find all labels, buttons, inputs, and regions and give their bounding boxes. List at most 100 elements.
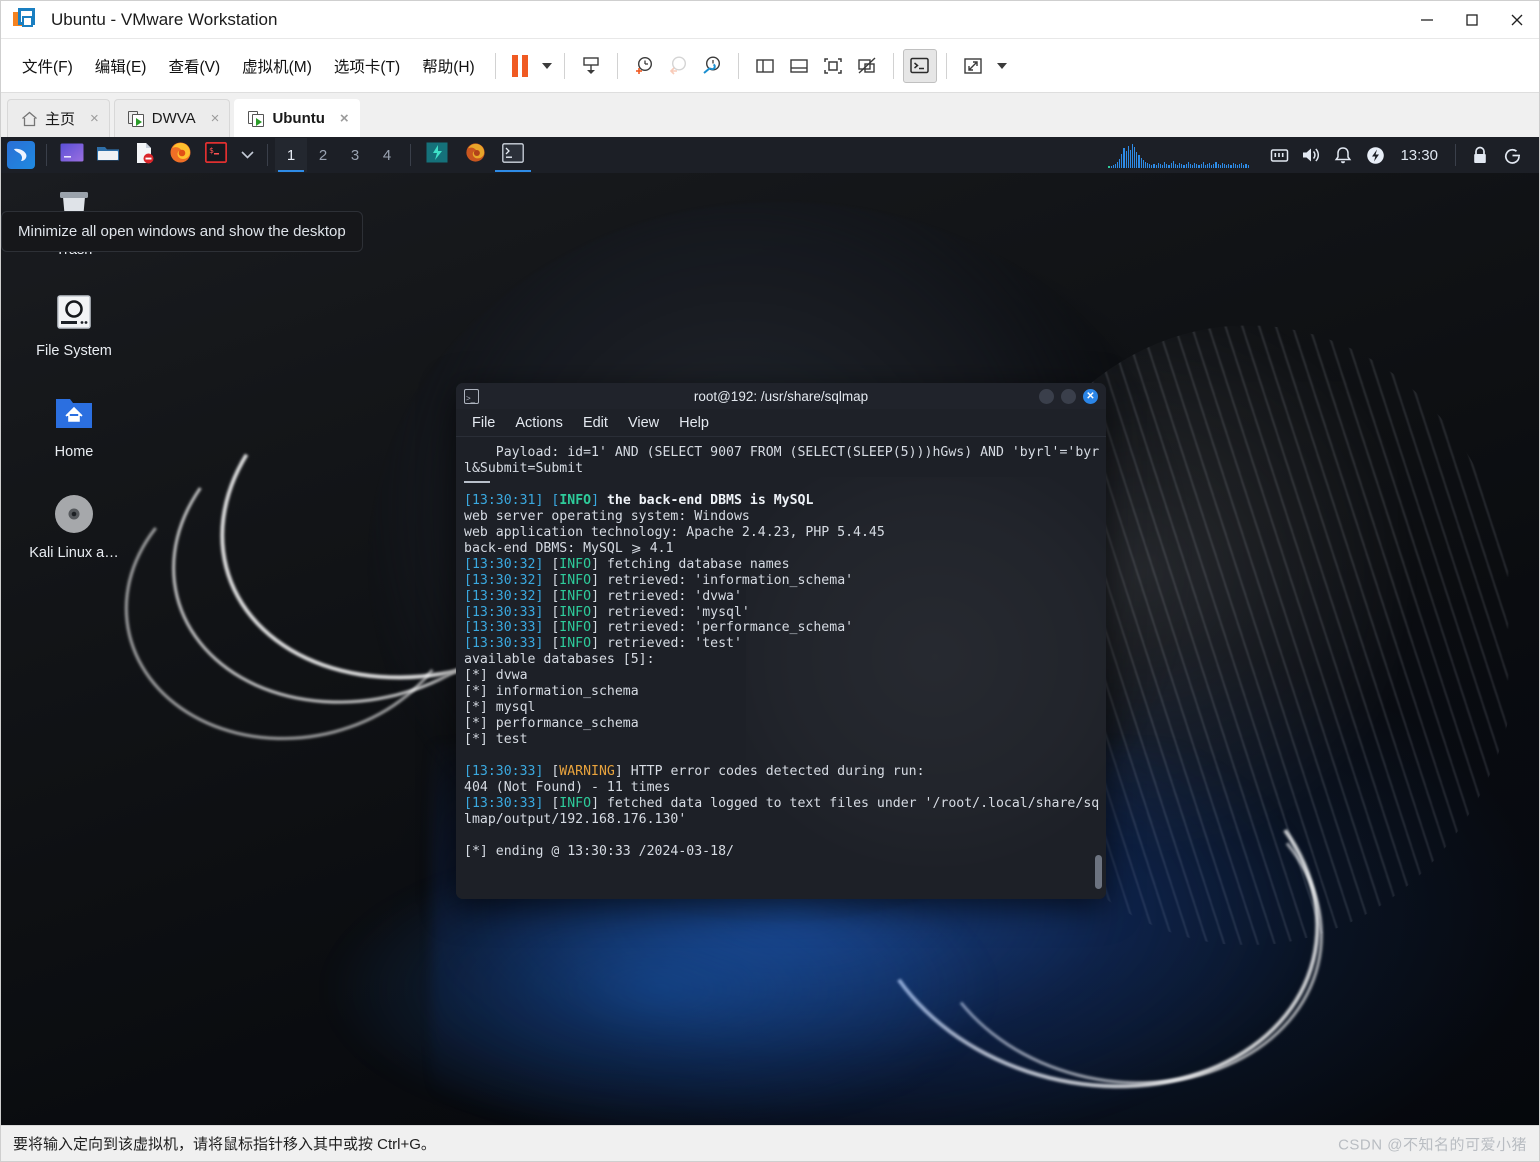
unity-mode-button[interactable] [902, 48, 937, 83]
terminal-line: [*] test [464, 732, 528, 748]
terminal-window[interactable]: >_ root@192: /usr/share/sqlmap ✕ File Ac… [456, 383, 1106, 899]
terminal-output-area[interactable]: Payload: id=1' AND (SELECT 9007 FROM (SE… [456, 437, 1106, 899]
clock-wrench-icon [703, 55, 720, 74]
desktop-icon-kali-media[interactable]: Kali Linux a… [11, 490, 137, 561]
status-message: 要将输入定向到该虚拟机，请将鼠标指针移入其中或按 Ctrl+G。 [13, 1136, 436, 1153]
terminal-close-button[interactable]: ✕ [1083, 388, 1098, 404]
csdn-watermark: CSDN @不知名的可爱小猪 [1338, 1136, 1527, 1153]
system-tray: 13:30 [1108, 140, 1533, 170]
chevron-down-icon [996, 62, 1007, 69]
show-library-button[interactable] [748, 49, 782, 83]
menu-virtual-machine[interactable]: 虚拟机(M) [231, 49, 323, 83]
tab-dwva-label: DWVA [151, 110, 196, 127]
terminal-line: 404 (Not Found) - 11 times [464, 780, 671, 796]
launcher-root-terminal[interactable]: $ [201, 141, 231, 168]
minimize-button[interactable] [1404, 1, 1449, 38]
launcher-terminal-emulator[interactable] [57, 142, 87, 168]
menu-view[interactable]: 查看(V) [157, 49, 231, 83]
terminal-line: Payload: id=1' AND (SELECT 9007 FROM (SE… [464, 445, 1100, 476]
terminal-titlebar[interactable]: >_ root@192: /usr/share/sqlmap ✕ [456, 383, 1106, 409]
terminal-line: [*] performance_schema [464, 716, 639, 732]
menu-edit[interactable]: 编辑(E) [84, 49, 158, 83]
terminal-line: back-end DBMS: MySQL ⩾ 4.1 [464, 540, 674, 556]
task-burpsuite[interactable] [421, 138, 453, 172]
terminal-line: [*] mysql [464, 700, 536, 716]
home-icon [21, 111, 38, 127]
desktop-wallpaper[interactable]: Trash File System [1, 173, 1539, 1125]
terminal-menu-view[interactable]: View [628, 415, 659, 431]
workspace-2[interactable]: 2 [307, 138, 339, 172]
network-icon[interactable] [1264, 140, 1294, 170]
launcher-dropdown[interactable] [237, 142, 257, 168]
volume-icon[interactable] [1296, 140, 1326, 170]
terminal-rule [464, 480, 490, 483]
tab-ubuntu[interactable]: Ubuntu × [234, 99, 360, 137]
workspace-1[interactable]: 1 [275, 138, 307, 172]
terminal-minimize-button[interactable] [1039, 388, 1054, 404]
terminal-prompt-icon [910, 57, 929, 74]
fullscreen-button[interactable] [956, 49, 990, 83]
terminal-line: [*] ending @ 13:30:33 /2024-03-18/ [464, 843, 734, 859]
vmware-workstation-window: Ubuntu - VMware Workstation 文件(F) 编辑(E) … [0, 0, 1540, 1162]
frame-off-icon [858, 56, 876, 74]
task-firefox[interactable] [459, 138, 491, 172]
menu-file[interactable]: 文件(F) [11, 49, 84, 83]
desktop-icon-kali-media-label: Kali Linux a… [29, 545, 119, 561]
lock-icon[interactable] [1465, 140, 1495, 170]
show-console-view-button[interactable] [816, 49, 850, 83]
vmware-statusbar: 要将输入定向到该虚拟机，请将鼠标指针移入其中或按 Ctrl+G。 CSDN @不… [1, 1125, 1539, 1161]
guest-screen[interactable]: $ 1 2 3 4 13:30 File System Home Kali Li… [1, 137, 1539, 1125]
launcher-firefox[interactable] [165, 142, 195, 168]
close-button[interactable] [1494, 1, 1539, 38]
tab-dwva[interactable]: DWVA × [113, 99, 231, 137]
firefox-icon [169, 141, 192, 169]
maximize-button[interactable] [1449, 1, 1494, 38]
task-terminal[interactable] [495, 138, 531, 172]
panel-bottom-icon [790, 58, 808, 73]
power-icon[interactable] [1360, 140, 1390, 170]
terminal-scrollbar[interactable] [1095, 855, 1102, 889]
hard-drive-icon [50, 288, 98, 336]
tab-dwva-close[interactable]: × [211, 110, 220, 127]
kali-taskbar: $ 1 2 3 4 13:30 [1, 137, 1539, 173]
workspace-3[interactable]: 3 [339, 138, 371, 172]
show-thumbnail-bar-button[interactable] [782, 49, 816, 83]
main-menubar: 文件(F) 编辑(E) 查看(V) 虚拟机(M) 选项卡(T) 帮助(H) [1, 39, 1539, 93]
snapshot-revert-button[interactable] [661, 49, 695, 83]
window-title: Ubuntu - VMware Workstation [51, 9, 278, 29]
home-folder-icon [50, 389, 98, 437]
launcher-file-manager[interactable] [93, 142, 123, 168]
snapshot-manager-button[interactable] [695, 49, 729, 83]
launcher-text-editor[interactable] [129, 142, 159, 168]
suspend-dropdown[interactable] [535, 49, 555, 83]
send-ctrl-alt-del-button[interactable] [574, 49, 608, 83]
menu-help[interactable]: 帮助(H) [411, 49, 486, 83]
fullscreen-dropdown[interactable] [990, 49, 1010, 83]
clock[interactable]: 13:30 [1392, 147, 1446, 164]
terminal-menu-help[interactable]: Help [679, 415, 709, 431]
workspace-4[interactable]: 4 [371, 138, 403, 172]
snapshot-take-button[interactable] [627, 49, 661, 83]
terminal-menu-edit[interactable]: Edit [583, 415, 608, 431]
terminal-menu-file[interactable]: File [472, 415, 495, 431]
panel-separator [410, 144, 411, 166]
terminal-menu-actions[interactable]: Actions [515, 415, 563, 431]
kali-dragon-icon[interactable] [7, 141, 35, 169]
tab-home[interactable]: 主页 × [7, 99, 110, 137]
logout-icon[interactable] [1497, 140, 1527, 170]
menu-tabs[interactable]: 选项卡(T) [323, 49, 411, 83]
keyboard-send-icon [583, 56, 599, 74]
pause-icon [511, 54, 528, 77]
notifications-icon[interactable] [1328, 140, 1358, 170]
terminal-line: [13:30:32] [INFO] retrieved: 'informatio… [464, 572, 854, 588]
tab-ubuntu-close[interactable]: × [340, 110, 349, 127]
terminal-line: [13:30:33] [INFO] retrieved: 'test' [464, 636, 742, 652]
desktop-icon-home[interactable]: Home [11, 389, 137, 460]
desktop-icon-filesystem[interactable]: File System [11, 288, 137, 359]
hide-thumbnails-button[interactable] [850, 49, 884, 83]
terminal-maximize-button[interactable] [1061, 388, 1076, 404]
window-controls [1404, 1, 1539, 38]
chevron-down-icon [240, 146, 254, 164]
tab-home-close[interactable]: × [90, 110, 99, 127]
suspend-button[interactable] [505, 49, 535, 83]
